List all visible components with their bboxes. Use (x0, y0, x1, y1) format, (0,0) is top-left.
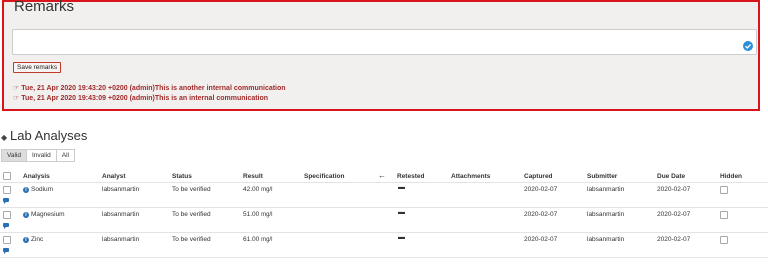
cell-analyst: labsanmartin (102, 186, 140, 193)
cell-due-date: 2020-02-07 (657, 211, 691, 218)
info-icon[interactable]: i (23, 237, 29, 243)
cell-status: To be verified (172, 211, 211, 218)
result-unit: mg/l (261, 237, 273, 243)
column-header-captured[interactable]: Captured (524, 173, 553, 180)
info-icon[interactable]: i (23, 187, 29, 193)
cell-submitter: labsanmartin (587, 186, 625, 193)
row-select-checkbox[interactable] (3, 211, 11, 219)
check-icon (743, 41, 753, 51)
cell-captured: 2020-02-07 (524, 211, 558, 218)
result-value: 61.00 (243, 236, 260, 243)
retested-indicator: ▬ (398, 184, 405, 191)
remarks-title: Remarks (14, 0, 75, 15)
comment-icon[interactable] (3, 198, 9, 204)
result-unit: mg/l (261, 212, 273, 218)
arrow-left-icon: ← (378, 171, 386, 180)
cell-analysis: Zinc (31, 236, 44, 243)
result-unit: mg/l (261, 187, 273, 193)
column-header-status[interactable]: Status (172, 173, 192, 180)
analyses-toggle-icon[interactable]: ◆ (1, 133, 7, 142)
cell-result: 51.00 mg/l (243, 211, 272, 218)
hidden-checkbox[interactable] (720, 211, 728, 219)
cell-analysis: Sodium (31, 186, 54, 193)
cell-captured: 2020-02-07 (524, 236, 558, 243)
row-select-checkbox[interactable] (3, 186, 11, 194)
save-remarks-button[interactable]: Save remarks (13, 62, 62, 73)
cell-submitter: labsanmartin (587, 236, 625, 243)
filter-button-group: Valid Invalid All (1, 149, 76, 162)
cell-analysis: Magnesium (31, 211, 65, 218)
comment-icon[interactable] (3, 248, 9, 254)
row-divider (0, 257, 768, 258)
result-value: 51.00 (243, 211, 260, 218)
result-value: 42.00 (243, 186, 260, 193)
info-icon[interactable]: i (23, 212, 29, 218)
cell-analyst: labsanmartin (102, 236, 140, 243)
cell-due-date: 2020-02-07 (657, 186, 691, 193)
column-header-retested[interactable]: Retested (397, 173, 424, 180)
filter-invalid-button[interactable]: Invalid (25, 149, 57, 162)
filter-valid-button[interactable]: Valid (1, 149, 27, 162)
cell-analyst: labsanmartin (102, 211, 140, 218)
column-header-attachments[interactable]: Attachments (451, 173, 490, 180)
cell-due-date: 2020-02-07 (657, 236, 691, 243)
column-header-analyst[interactable]: Analyst (102, 173, 125, 180)
remarks-textarea[interactable] (12, 29, 757, 55)
hidden-checkbox[interactable] (720, 236, 728, 244)
column-header-hidden[interactable]: Hidden (720, 173, 742, 180)
cell-result: 61.00 mg/l (243, 236, 272, 243)
select-all-checkbox[interactable] (3, 172, 11, 180)
row-divider (0, 207, 768, 208)
cell-submitter: labsanmartin (587, 211, 625, 218)
cell-captured: 2020-02-07 (524, 186, 558, 193)
retested-indicator: ▬ (398, 209, 405, 216)
remarks-panel: Remarks Save remarks ☞ Tue, 21 Apr 2020 … (2, 0, 760, 111)
column-header-submitter[interactable]: Submitter (587, 173, 617, 180)
cell-status: To be verified (172, 186, 211, 193)
column-header-analysis[interactable]: Analysis (23, 173, 50, 180)
column-header-result[interactable]: Result (243, 173, 263, 180)
row-select-checkbox[interactable] (3, 236, 11, 244)
remark-entry: ☞ Tue, 21 Apr 2020 19:43:09 +0200 (admin… (13, 95, 269, 102)
filter-all-button[interactable]: All (55, 149, 76, 162)
cell-result: 42.00 mg/l (243, 186, 272, 193)
cell-status: To be verified (172, 236, 211, 243)
column-header-due-date[interactable]: Due Date (657, 173, 685, 180)
row-divider (0, 232, 768, 233)
remark-entry: ☞ Tue, 21 Apr 2020 19:43:20 +0200 (admin… (13, 85, 286, 92)
analyses-title: Lab Analyses (10, 128, 88, 143)
comment-icon[interactable] (3, 223, 9, 229)
column-header-specification[interactable]: Specification (304, 173, 344, 180)
hidden-checkbox[interactable] (720, 186, 728, 194)
header-divider (0, 182, 768, 183)
retested-indicator: ▬ (398, 234, 405, 241)
